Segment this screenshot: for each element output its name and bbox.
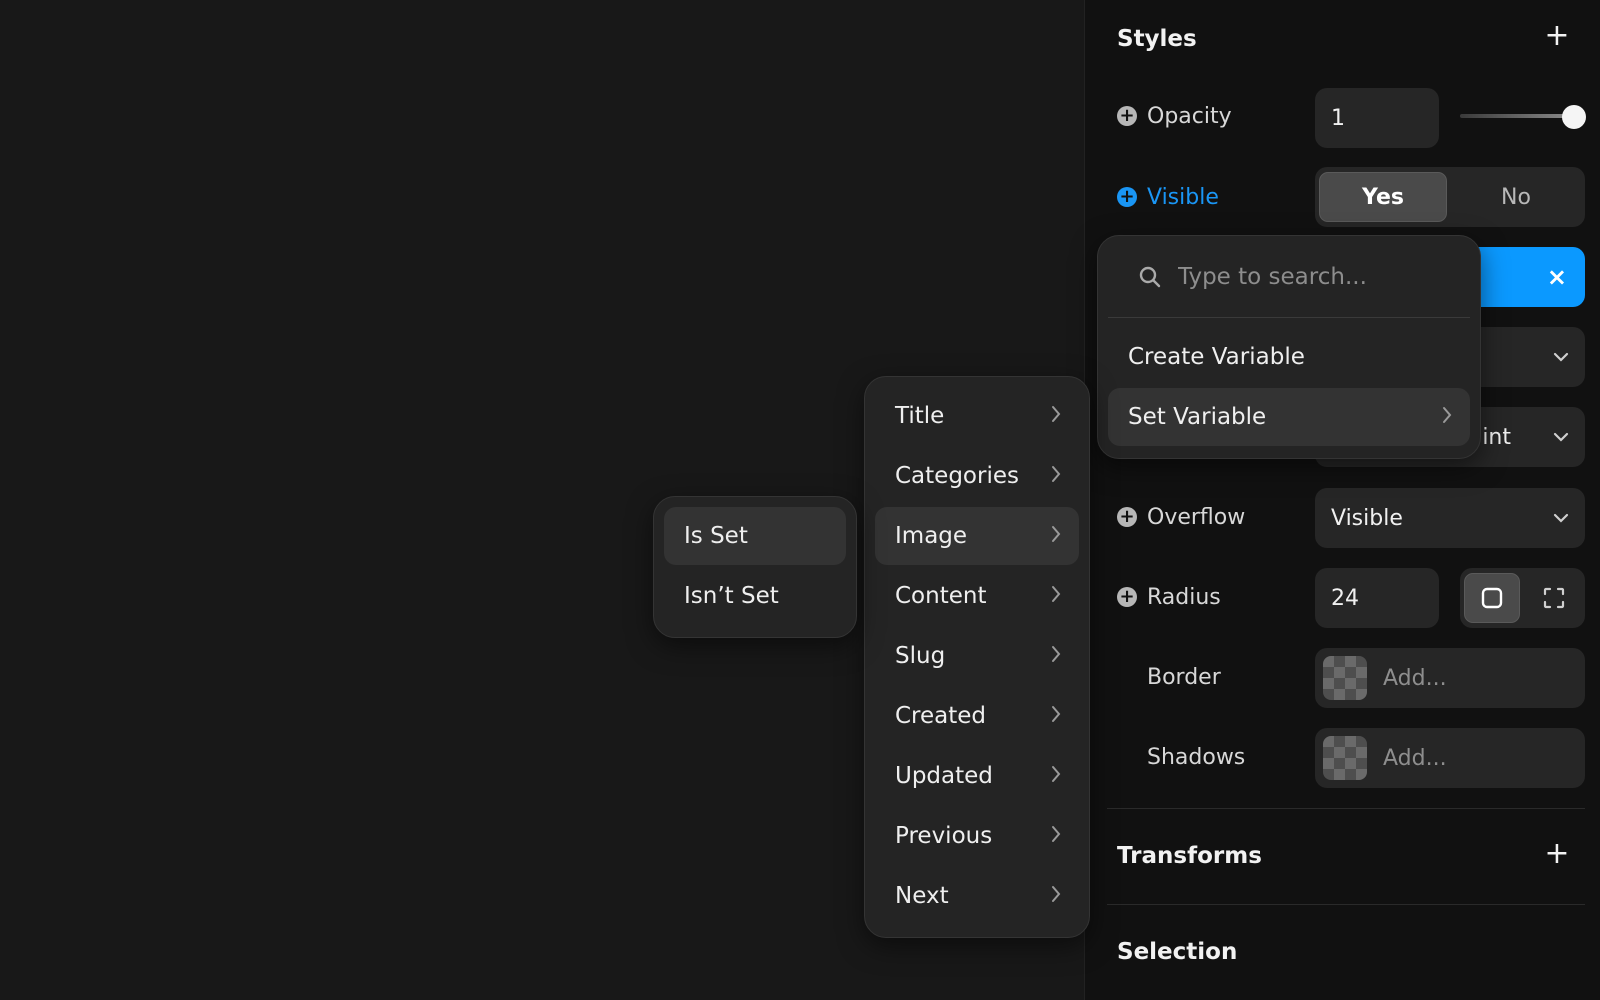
styles-section-title: Styles	[1117, 26, 1197, 52]
variable-search-input[interactable]	[1178, 263, 1438, 290]
radius-input[interactable]: 24	[1315, 568, 1439, 628]
shadows-label: Shadows	[1147, 744, 1246, 770]
chevron-right-icon	[1051, 643, 1061, 669]
visible-label[interactable]: + Visible	[1117, 177, 1219, 217]
chevron-right-icon	[1051, 583, 1061, 609]
field-item-next[interactable]: Next	[875, 867, 1079, 925]
field-item-label: Updated	[895, 763, 993, 789]
search-icon	[1139, 266, 1161, 287]
opacity-slider-track[interactable]	[1460, 114, 1572, 118]
shadows-swatch[interactable]	[1323, 736, 1367, 780]
chevron-right-icon	[1051, 463, 1061, 489]
select-field-2-value: int	[1482, 424, 1511, 450]
plus-circle-icon: +	[1117, 587, 1137, 607]
radius-uniform-button[interactable]	[1464, 573, 1520, 623]
isnt-set-label: Isn’t Set	[684, 583, 779, 609]
visible-segmented-control: Yes No	[1315, 167, 1585, 227]
properties-panel: Styles + + Opacity 1 + Visible Yes No × …	[1084, 0, 1600, 1000]
field-item-label: Next	[895, 883, 949, 909]
field-item-label: Slug	[895, 643, 946, 669]
isnt-set-item[interactable]: Isn’t Set	[664, 567, 846, 625]
shadows-placeholder: Add...	[1383, 745, 1447, 771]
opacity-input[interactable]: 1	[1315, 88, 1439, 148]
chevron-down-icon	[1553, 352, 1569, 362]
square-icon	[1481, 587, 1503, 609]
opacity-label-text: Opacity	[1147, 103, 1232, 129]
set-variable-item[interactable]: Set Variable	[1108, 388, 1470, 446]
chevron-down-icon	[1553, 432, 1569, 442]
border-placeholder: Add...	[1383, 665, 1447, 691]
visible-label-text: Visible	[1147, 184, 1219, 210]
field-item-categories[interactable]: Categories	[875, 447, 1079, 505]
overflow-select[interactable]: Visible	[1315, 488, 1585, 548]
plus-circle-icon: +	[1117, 507, 1137, 527]
is-set-label: Is Set	[684, 523, 748, 549]
set-variable-label: Set Variable	[1128, 404, 1267, 430]
radius-value: 24	[1331, 585, 1359, 611]
opacity-slider-handle[interactable]	[1562, 105, 1586, 129]
is-set-item[interactable]: Is Set	[664, 507, 846, 565]
variable-search-row	[1108, 236, 1470, 318]
plus-circle-icon: +	[1117, 106, 1137, 126]
add-transform-button[interactable]: +	[1544, 839, 1570, 869]
field-item-updated[interactable]: Updated	[875, 747, 1079, 805]
border-field[interactable]: Add...	[1315, 648, 1585, 708]
field-item-previous[interactable]: Previous	[875, 807, 1079, 865]
radius-mode-toggle	[1460, 568, 1585, 628]
plus-circle-icon: +	[1117, 187, 1137, 207]
field-item-label: Previous	[895, 823, 993, 849]
border-swatch[interactable]	[1323, 656, 1367, 700]
chevron-right-icon	[1051, 523, 1061, 549]
chevron-down-icon	[1553, 513, 1569, 523]
field-item-content[interactable]: Content	[875, 567, 1079, 625]
field-item-slug[interactable]: Slug	[875, 627, 1079, 685]
divider	[1107, 808, 1585, 809]
condition-menu: Is Set Isn’t Set	[653, 496, 857, 638]
border-label: Border	[1147, 664, 1221, 690]
field-item-label: Title	[895, 403, 945, 429]
chevron-right-icon	[1051, 823, 1061, 849]
visible-yes-button[interactable]: Yes	[1319, 172, 1447, 222]
radius-individual-button[interactable]	[1526, 573, 1582, 623]
field-item-label: Categories	[895, 463, 1019, 489]
field-item-created[interactable]: Created	[875, 687, 1079, 745]
field-item-image[interactable]: Image	[875, 507, 1079, 565]
variable-popup: Create Variable Set Variable	[1097, 235, 1481, 459]
field-item-label: Created	[895, 703, 987, 729]
selection-section-title: Selection	[1117, 939, 1238, 965]
create-variable-item[interactable]: Create Variable	[1108, 328, 1470, 386]
overflow-label[interactable]: + Overflow	[1117, 497, 1245, 537]
chevron-right-icon	[1442, 404, 1452, 430]
add-style-button[interactable]: +	[1544, 21, 1570, 51]
shadows-field[interactable]: Add...	[1315, 728, 1585, 788]
chevron-right-icon	[1051, 403, 1061, 429]
visible-no-button[interactable]: No	[1451, 172, 1581, 222]
field-item-label: Image	[895, 523, 968, 549]
field-item-label: Content	[895, 583, 987, 609]
field-item-title[interactable]: Title	[875, 387, 1079, 445]
chevron-right-icon	[1051, 703, 1061, 729]
chevron-right-icon	[1051, 883, 1061, 909]
corners-icon	[1543, 587, 1565, 609]
fields-menu: Title Categories Image Content Slug Created Up…	[864, 376, 1090, 938]
opacity-value: 1	[1331, 105, 1345, 131]
overflow-value: Visible	[1331, 505, 1403, 531]
transforms-section-title: Transforms	[1117, 843, 1262, 869]
overflow-label-text: Overflow	[1147, 504, 1246, 530]
opacity-label[interactable]: + Opacity	[1117, 96, 1232, 136]
create-variable-label: Create Variable	[1128, 344, 1305, 370]
radius-label[interactable]: + Radius	[1117, 577, 1221, 617]
radius-label-text: Radius	[1147, 584, 1221, 610]
close-icon[interactable]: ×	[1547, 263, 1567, 291]
chevron-right-icon	[1051, 763, 1061, 789]
divider	[1107, 904, 1585, 905]
